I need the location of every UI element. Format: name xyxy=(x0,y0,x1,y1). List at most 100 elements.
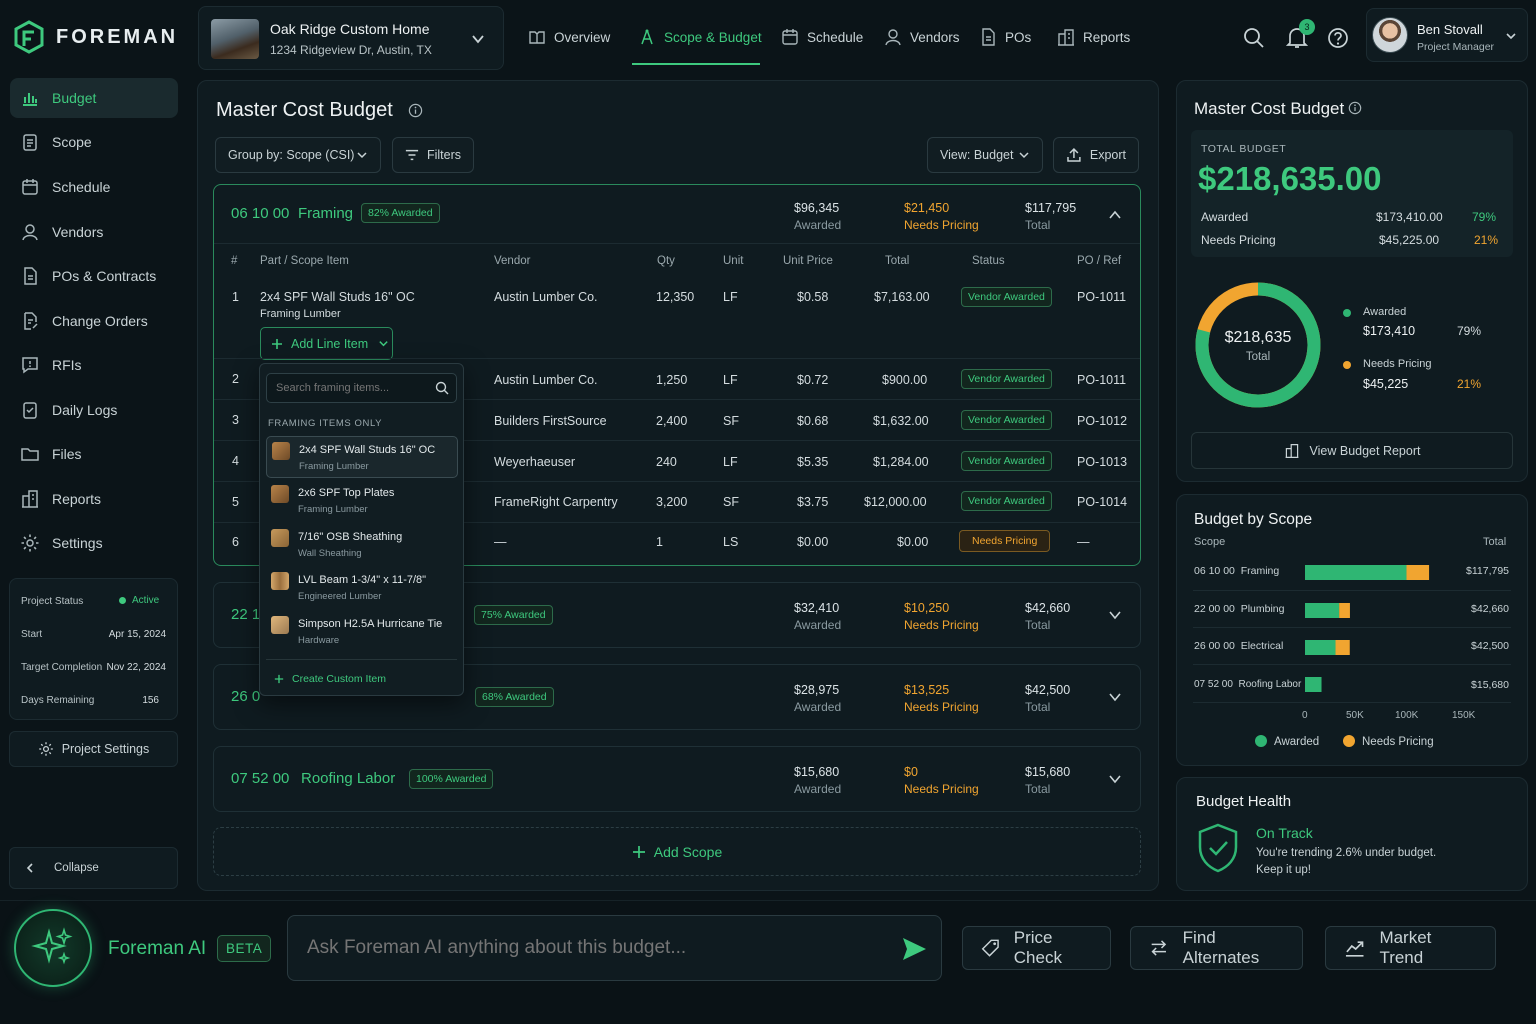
tab-scope-budget[interactable]: Scope & Budget xyxy=(638,20,762,54)
logo[interactable]: FOREMAN xyxy=(14,20,178,54)
tab-schedule[interactable]: Schedule xyxy=(781,20,863,54)
row-po: — xyxy=(1077,535,1090,549)
chevron-down-icon[interactable] xyxy=(1108,608,1122,622)
tab-reports[interactable]: Reports xyxy=(1057,20,1130,54)
gear-icon xyxy=(38,742,53,756)
price-check-button[interactable]: Price Check xyxy=(962,926,1111,970)
project-switcher[interactable]: Oak Ridge Custom Home 1234 Ridgeview Dr,… xyxy=(198,6,504,70)
bar-awarded xyxy=(1305,677,1322,692)
needs-value: $45,225.00 xyxy=(1379,233,1440,247)
x-tick-label: 50K xyxy=(1346,710,1364,721)
dropdown-item[interactable]: Simpson H2.5A Hurricane Tie Hardware xyxy=(266,611,458,653)
market-trend-button[interactable]: Market Trend xyxy=(1325,926,1496,970)
dropdown-item[interactable]: 2x6 SPF Top Plates Framing Lumber xyxy=(266,480,458,522)
group-by-select[interactable]: Group by: Scope (CSI) xyxy=(215,137,381,173)
add-line-item-button[interactable]: Add Line Item xyxy=(260,327,393,360)
view-select[interactable]: View: Budget xyxy=(927,137,1043,173)
user-menu[interactable]: Ben Stovall Project Manager xyxy=(1366,8,1528,62)
building-icon xyxy=(1285,443,1298,458)
awarded-value: $32,410 xyxy=(794,601,840,615)
row-total: $1,632.00 xyxy=(873,414,929,428)
filters-label: Filters xyxy=(426,148,461,162)
scope-total: $42,660 Total xyxy=(1025,600,1070,634)
ai-input-box[interactable] xyxy=(287,915,942,981)
sidebar-item-schedule[interactable]: Schedule xyxy=(10,167,178,207)
ai-avatar[interactable] xyxy=(14,909,92,987)
chevron-down-icon[interactable] xyxy=(1108,690,1122,704)
dropdown-item[interactable]: 2x4 SPF Wall Studs 16" OC Framing Lumber xyxy=(266,436,458,478)
item-name: 2x4 SPF Wall Studs 16" OC xyxy=(299,444,436,456)
send-icon[interactable] xyxy=(900,935,928,963)
export-button[interactable]: Export xyxy=(1053,137,1139,173)
row-po[interactable]: PO-1011 xyxy=(1077,373,1126,387)
group-by-label: Group by: xyxy=(228,148,283,162)
bar-chart-icon xyxy=(23,93,37,106)
tab-vendors[interactable]: Vendors xyxy=(884,20,960,54)
sidebar-item-daily-logs[interactable]: Daily Logs xyxy=(10,390,178,430)
bar-needs-pricing xyxy=(1339,603,1350,618)
chevron-down-icon[interactable] xyxy=(1108,772,1122,786)
row-total: $1,284.00 xyxy=(873,455,929,469)
dropdown-item[interactable]: LVL Beam 1-3/4" x 11-7/8" Engineered Lumb… xyxy=(266,567,458,609)
info-icon[interactable] xyxy=(408,103,423,118)
total-label: Total xyxy=(1025,218,1051,232)
sidebar-item-budget[interactable]: Budget xyxy=(10,78,178,118)
project-status-card: Project Status Active Start Apr 15, 2024… xyxy=(9,578,178,720)
notifications[interactable]: 3 xyxy=(1286,19,1315,50)
create-custom-item[interactable]: Create Custom Item xyxy=(274,673,386,685)
status-badge: Vendor Awarded xyxy=(961,451,1052,471)
sidebar-item-scope[interactable]: Scope xyxy=(10,122,178,162)
dropdown-search[interactable] xyxy=(266,373,457,403)
row-po[interactable]: PO-1013 xyxy=(1077,455,1127,469)
filters-button[interactable]: Filters xyxy=(392,137,474,173)
legend-dot-needs xyxy=(1343,735,1355,747)
help-icon[interactable] xyxy=(1327,27,1349,49)
row-item: 2x4 SPF Wall Studs 16" OC xyxy=(260,290,415,304)
ai-input[interactable] xyxy=(288,916,878,980)
awarded-label: Awarded xyxy=(794,618,842,632)
total-label: Total xyxy=(1025,618,1051,632)
tab-label: Vendors xyxy=(910,29,960,45)
row-vendor: — xyxy=(494,535,507,549)
search-icon[interactable] xyxy=(1243,27,1265,49)
add-line-item-label: Add Line Item xyxy=(291,336,369,351)
chart-total-label: $42,500 xyxy=(1471,640,1509,652)
sidebar-item-vendors[interactable]: Vendors xyxy=(10,212,178,252)
health-message: You're trending 2.6% under budget. xyxy=(1256,847,1437,859)
bar-awarded xyxy=(1305,640,1336,655)
find-alternates-button[interactable]: Find Alternates xyxy=(1130,926,1303,970)
needs-value: $0 xyxy=(904,765,918,779)
row-po[interactable]: PO-1011 xyxy=(1077,290,1126,304)
chevron-up-icon[interactable] xyxy=(1108,208,1122,222)
sidebar-item-reports[interactable]: Reports xyxy=(10,479,178,519)
dropdown-section-label: FRAMING ITEMS ONLY xyxy=(268,418,383,429)
sidebar-item-label: RFIs xyxy=(52,357,82,373)
sidebar-item-change-orders[interactable]: Change Orders xyxy=(10,301,178,341)
awarded-label: Awarded xyxy=(794,700,842,714)
scope-code: 07 52 00 xyxy=(231,770,290,787)
info-icon[interactable] xyxy=(1348,101,1362,115)
summary-title: Master Cost Budget xyxy=(1194,99,1345,118)
col-header: Unit xyxy=(723,255,744,267)
page-title: Master Cost Budget xyxy=(216,99,393,121)
search-input[interactable] xyxy=(267,374,427,402)
sidebar-item-settings[interactable]: Settings xyxy=(10,523,178,563)
view-label: View: xyxy=(940,148,971,162)
dropdown-item[interactable]: 7/16" OSB Sheathing Wall Sheathing xyxy=(266,524,458,566)
shield-check-icon xyxy=(1198,823,1238,873)
tab-overview[interactable]: Overview xyxy=(528,20,610,54)
collapse-button[interactable]: Collapse xyxy=(9,847,178,889)
scope-needs: $10,250 Needs Pricing xyxy=(904,600,979,634)
tab-pos[interactable]: POs xyxy=(979,20,1031,54)
view-budget-report-button[interactable]: View Budget Report xyxy=(1191,432,1513,469)
row-po[interactable]: PO-1012 xyxy=(1077,414,1127,428)
sidebar-item-pos-contracts[interactable]: POs & Contracts xyxy=(10,256,178,296)
scope-awarded: $96,345 Awarded xyxy=(794,200,841,234)
sidebar-item-files[interactable]: Files xyxy=(10,434,178,474)
status-value: Active xyxy=(132,595,160,606)
row-po[interactable]: PO-1014 xyxy=(1077,495,1127,509)
sidebar-item-rfis[interactable]: RFIs xyxy=(10,345,178,385)
add-scope-button[interactable]: Add Scope xyxy=(213,827,1141,876)
project-settings-button[interactable]: Project Settings xyxy=(9,731,178,767)
plus-icon xyxy=(272,338,282,349)
